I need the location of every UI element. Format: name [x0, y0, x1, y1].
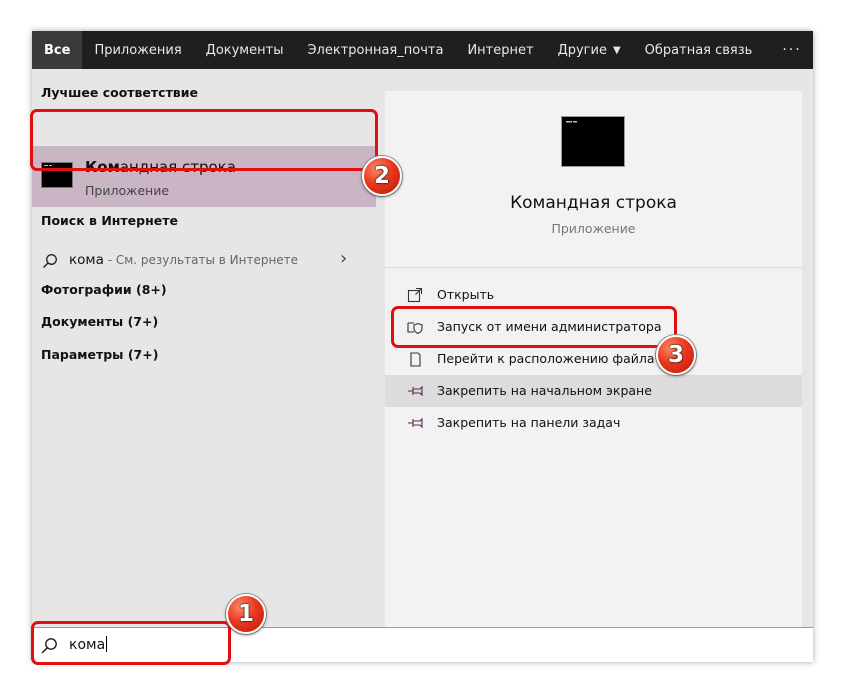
action-open-file-location-label: Перейти к расположению файла [437, 351, 655, 366]
more-options-icon[interactable]: ··· [764, 31, 813, 69]
tab-apps[interactable]: Приложения [82, 31, 193, 69]
preview-pane: Командная строка Приложение Открыть Запу… [385, 91, 802, 627]
step-badge-2: 2 [362, 156, 402, 196]
open-icon [407, 287, 423, 303]
step-badge-1: 1 [226, 594, 266, 634]
highlight-best-match [30, 109, 378, 171]
feedback-link[interactable]: Обратная связь [633, 31, 765, 69]
filter-tabs: Все Приложения Документы Электронная_поч… [32, 31, 813, 69]
category-photos[interactable]: Фотографии (8+) [41, 282, 167, 297]
tab-web[interactable]: Интернет [455, 31, 545, 69]
pin-icon [408, 385, 423, 397]
tab-documents[interactable]: Документы [194, 31, 296, 69]
chevron-right-icon[interactable]: › [340, 248, 347, 269]
action-pin-to-start-label: Закрепить на начальном экране [437, 383, 652, 398]
tab-more[interactable]: Другие ▼ [546, 31, 633, 69]
action-pin-to-taskbar-label: Закрепить на панели задач [437, 415, 621, 430]
web-search-item[interactable]: кома - См. результаты в Интернете › [32, 245, 384, 275]
tab-all[interactable]: Все [32, 31, 83, 69]
command-prompt-icon [561, 116, 625, 167]
file-location-icon [410, 352, 421, 367]
preview-title: Командная строка [510, 193, 677, 213]
web-search-query: кома - См. результаты в Интернете [69, 252, 299, 268]
step-badge-3: 3 [656, 335, 696, 375]
search-icon [43, 254, 57, 268]
divider [385, 267, 802, 268]
category-settings[interactable]: Параметры (7+) [41, 347, 158, 362]
caret-down-icon: ▼ [612, 44, 621, 56]
preview-subtitle: Приложение [551, 221, 636, 236]
category-documents[interactable]: Документы (7+) [41, 314, 158, 329]
best-match-header: Лучшее соответствие [41, 85, 198, 100]
tab-email[interactable]: Электронная_почта [295, 31, 455, 69]
best-match-subtitle: Приложение [85, 183, 170, 198]
pin-icon [408, 417, 423, 429]
action-open-label: Открыть [437, 287, 495, 302]
web-search-header: Поиск в Интернете [41, 213, 178, 228]
highlight-search-box [31, 621, 231, 665]
action-pin-to-taskbar[interactable]: Закрепить на панели задач [385, 407, 802, 439]
action-pin-to-start[interactable]: Закрепить на начальном экране [385, 375, 802, 407]
highlight-run-as-admin [391, 306, 677, 348]
